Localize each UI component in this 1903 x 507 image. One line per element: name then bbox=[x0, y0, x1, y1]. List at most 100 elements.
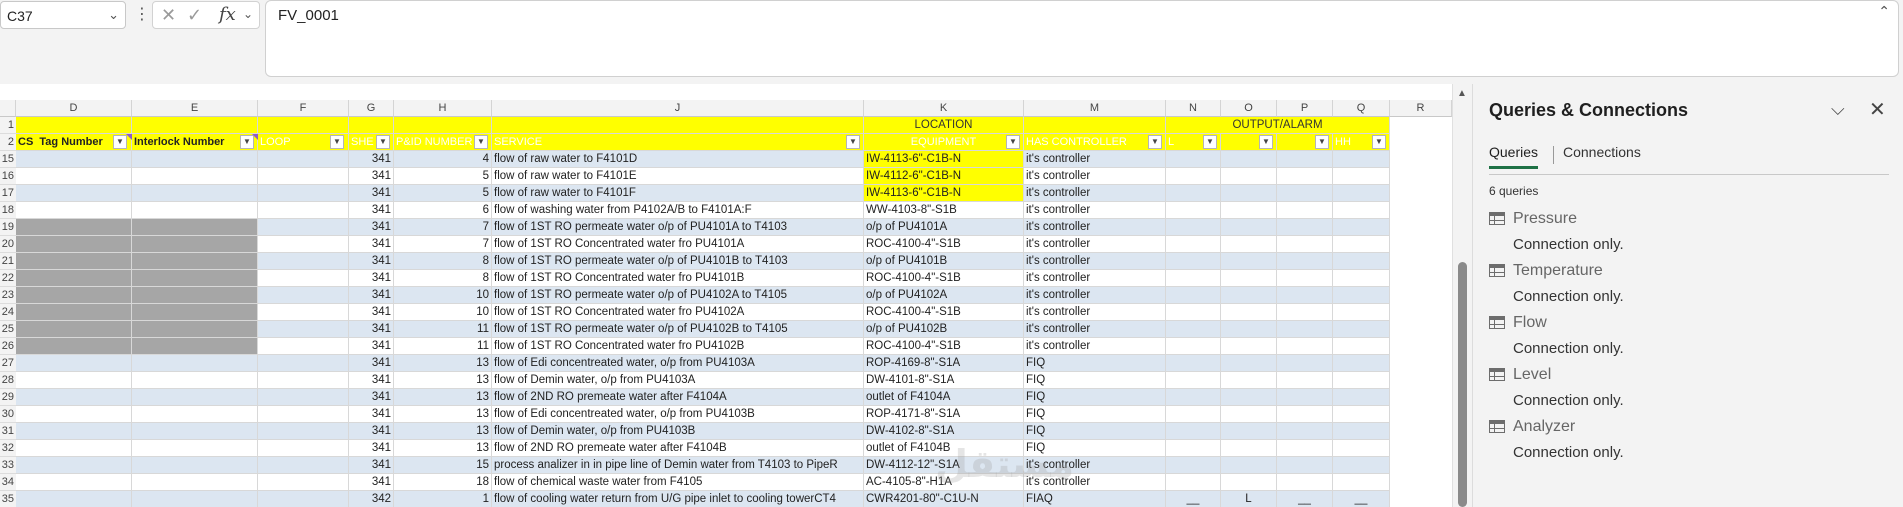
column-header[interactable]: H bbox=[394, 100, 492, 117]
filter-dropdown-icon[interactable]: ▼ bbox=[376, 135, 390, 149]
cell-n[interactable] bbox=[1166, 185, 1221, 202]
cell-m[interactable]: FIQ bbox=[1024, 406, 1166, 423]
cell[interactable] bbox=[349, 117, 394, 134]
cell-q[interactable] bbox=[1333, 389, 1390, 406]
cell-f[interactable] bbox=[258, 321, 349, 338]
cell-n[interactable] bbox=[1166, 474, 1221, 491]
cell-f[interactable] bbox=[258, 304, 349, 321]
cell-p[interactable] bbox=[1277, 440, 1333, 457]
cell-d[interactable] bbox=[16, 389, 132, 406]
cell-q[interactable] bbox=[1333, 406, 1390, 423]
scroll-up-arrow-icon[interactable]: ▲ bbox=[1457, 88, 1467, 99]
cell-q[interactable] bbox=[1333, 253, 1390, 270]
cell-k[interactable]: ROC-4100-4"-S1B bbox=[864, 270, 1024, 287]
cell-o[interactable] bbox=[1221, 406, 1277, 423]
cell-m[interactable]: it's controller bbox=[1024, 168, 1166, 185]
cell-j[interactable]: flow of 1ST RO permeate water o/p of PU4… bbox=[492, 321, 864, 338]
cell-h[interactable]: 18 bbox=[394, 474, 492, 491]
row-number[interactable]: 23 bbox=[0, 287, 16, 304]
cell-q[interactable] bbox=[1333, 151, 1390, 168]
cell-e[interactable] bbox=[132, 423, 258, 440]
cell-m[interactable]: it's controller bbox=[1024, 253, 1166, 270]
cell-g[interactable]: 341 bbox=[349, 253, 394, 270]
row-number[interactable]: 2 bbox=[0, 134, 16, 151]
cell-e[interactable] bbox=[132, 474, 258, 491]
cell-e[interactable] bbox=[132, 287, 258, 304]
cell-m[interactable]: it's controller bbox=[1024, 304, 1166, 321]
cell-o[interactable] bbox=[1221, 287, 1277, 304]
cell-m[interactable]: FIQ bbox=[1024, 372, 1166, 389]
cell-p[interactable]: __ bbox=[1277, 491, 1333, 507]
filter-dropdown-icon[interactable]: ▼ bbox=[1259, 135, 1273, 149]
tab-queries[interactable]: Queries bbox=[1489, 144, 1539, 169]
filter-dropdown-icon[interactable]: ▼ bbox=[330, 135, 344, 149]
filter-dropdown-icon[interactable]: ▼ bbox=[1006, 135, 1020, 149]
cell-j[interactable]: flow of 2ND RO premeate water after F410… bbox=[492, 389, 864, 406]
cell-n[interactable] bbox=[1166, 287, 1221, 304]
cell-q[interactable] bbox=[1333, 236, 1390, 253]
cell-j[interactable]: flow of 1ST RO Concentrated water fro PU… bbox=[492, 270, 864, 287]
cell-j[interactable]: flow of raw water to F4101F bbox=[492, 185, 864, 202]
service-header[interactable]: SERVICE bbox=[492, 134, 864, 151]
cell-m[interactable]: it's controller bbox=[1024, 202, 1166, 219]
cell-h[interactable]: 1 bbox=[394, 491, 492, 507]
cell-e[interactable] bbox=[132, 219, 258, 236]
cell-q[interactable] bbox=[1333, 202, 1390, 219]
cell-f[interactable] bbox=[258, 287, 349, 304]
cell[interactable] bbox=[1024, 117, 1166, 134]
cell-e[interactable] bbox=[132, 185, 258, 202]
cell-j[interactable]: flow of Edi concentreated water, o/p fro… bbox=[492, 406, 864, 423]
cell-m[interactable]: it's controller bbox=[1024, 185, 1166, 202]
row-number[interactable]: 25 bbox=[0, 321, 16, 338]
cell-g[interactable]: 341 bbox=[349, 219, 394, 236]
cell-k[interactable]: DW-4101-8"-S1A bbox=[864, 372, 1024, 389]
cell-h[interactable]: 13 bbox=[394, 406, 492, 423]
cell-q[interactable] bbox=[1333, 372, 1390, 389]
cell-d[interactable] bbox=[16, 219, 132, 236]
cell-f[interactable] bbox=[258, 457, 349, 474]
cell-p[interactable] bbox=[1277, 389, 1333, 406]
cell-e[interactable] bbox=[132, 440, 258, 457]
cell-h[interactable]: 4 bbox=[394, 151, 492, 168]
cell-m[interactable]: FIQ bbox=[1024, 355, 1166, 372]
cell-g[interactable]: 341 bbox=[349, 457, 394, 474]
select-all-corner[interactable] bbox=[0, 100, 16, 117]
cell-o[interactable] bbox=[1221, 423, 1277, 440]
cell-q[interactable] bbox=[1333, 440, 1390, 457]
column-header[interactable]: E bbox=[132, 100, 258, 117]
cell-d[interactable] bbox=[16, 372, 132, 389]
cell-f[interactable] bbox=[258, 423, 349, 440]
cell-f[interactable] bbox=[258, 406, 349, 423]
cell-k[interactable]: IW-4113-6"-C1B-N bbox=[864, 151, 1024, 168]
cell-d[interactable] bbox=[16, 202, 132, 219]
cell-h[interactable]: 13 bbox=[394, 372, 492, 389]
cell-d[interactable] bbox=[16, 491, 132, 507]
cell-h[interactable]: 13 bbox=[394, 440, 492, 457]
column-header[interactable]: M bbox=[1024, 100, 1166, 117]
cell-j[interactable]: flow of 1ST RO Concentrated water fro PU… bbox=[492, 338, 864, 355]
row-number[interactable]: 28 bbox=[0, 372, 16, 389]
row-number[interactable]: 29 bbox=[0, 389, 16, 406]
cell-k[interactable]: WW-4103-8"-S1B bbox=[864, 202, 1024, 219]
worksheet-grid[interactable]: DEFGHJKMNOPQR 1 LOCATION OUTPUT/ALARM 2 … bbox=[0, 84, 1472, 507]
cell-h[interactable]: 13 bbox=[394, 355, 492, 372]
cell-n[interactable] bbox=[1166, 270, 1221, 287]
cell-m[interactable]: it's controller bbox=[1024, 338, 1166, 355]
close-icon[interactable]: ✕ bbox=[1869, 97, 1886, 122]
cell-j[interactable]: flow of 1ST RO Concentrated water fro PU… bbox=[492, 236, 864, 253]
cell-g[interactable]: 341 bbox=[349, 406, 394, 423]
cell-j[interactable]: flow of 1ST RO permeate water o/p of PU4… bbox=[492, 287, 864, 304]
cell-f[interactable] bbox=[258, 236, 349, 253]
cell-d[interactable] bbox=[16, 185, 132, 202]
cell-p[interactable] bbox=[1277, 457, 1333, 474]
cell-f[interactable] bbox=[258, 389, 349, 406]
cell-g[interactable]: 341 bbox=[349, 474, 394, 491]
cell-f[interactable] bbox=[258, 440, 349, 457]
cell-d[interactable] bbox=[16, 321, 132, 338]
cell-j[interactable]: flow of Edi concentreated water, o/p fro… bbox=[492, 355, 864, 372]
column-header[interactable]: N bbox=[1166, 100, 1221, 117]
output-alarm-header[interactable]: OUTPUT/ALARM bbox=[1166, 117, 1390, 134]
cell-m[interactable]: it's controller bbox=[1024, 287, 1166, 304]
cell-j[interactable]: flow of Demin water, o/p from PU4103A bbox=[492, 372, 864, 389]
cell-m[interactable]: it's controller bbox=[1024, 236, 1166, 253]
